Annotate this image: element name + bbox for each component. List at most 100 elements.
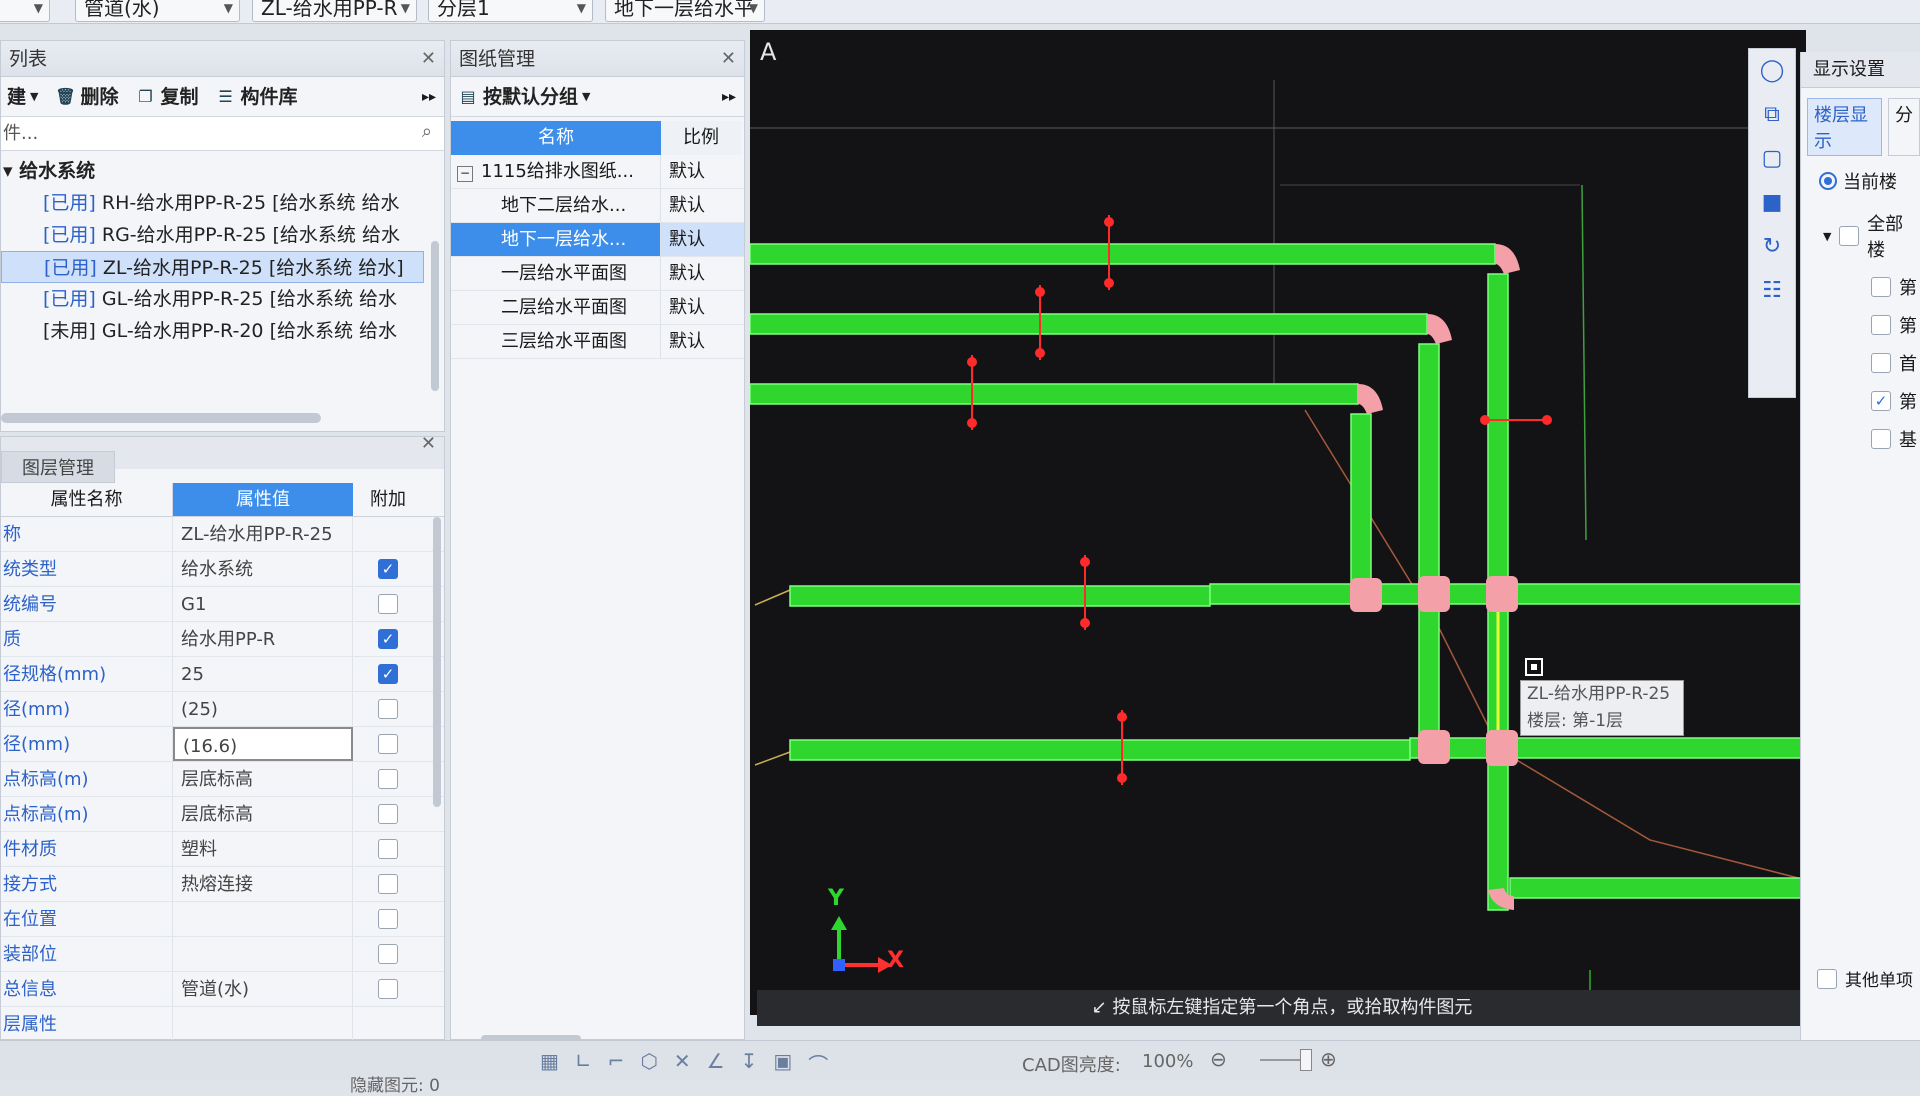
tab-other[interactable]: 分 bbox=[1888, 98, 1920, 156]
cube-icon[interactable]: ▢ bbox=[1749, 137, 1795, 181]
angle-icon[interactable]: ∠ bbox=[707, 1049, 725, 1078]
extra-checkbox[interactable] bbox=[378, 874, 398, 894]
property-row[interactable]: 径规格(mm) 25 ✓ bbox=[1, 657, 444, 692]
tree-item[interactable]: [已用] GL-给水用PP-R-25 [给水系统 给水 bbox=[1, 283, 444, 315]
extra-checkbox[interactable]: ✓ bbox=[378, 629, 398, 649]
extra-checkbox[interactable] bbox=[378, 594, 398, 614]
group-by-default-button[interactable]: ▤ 按默认分组 ▼ bbox=[457, 77, 590, 117]
tree-item[interactable]: [未用] GL-给水用PP-R-20 [给水系统 给水 bbox=[1, 315, 444, 347]
property-row[interactable]: 接方式 热熔连接 bbox=[1, 867, 444, 902]
solid-cube-icon[interactable]: ■ bbox=[1749, 181, 1795, 225]
tab-floor-display[interactable]: 楼层显示 bbox=[1807, 98, 1882, 156]
property-scrollbar[interactable] bbox=[433, 517, 441, 807]
floor-checkbox[interactable]: ✓ bbox=[1871, 391, 1891, 411]
zoom-out-icon[interactable]: ⊖ bbox=[1210, 1047, 1227, 1071]
properties-icon[interactable]: ☷ bbox=[1749, 269, 1795, 313]
floor-checkbox[interactable] bbox=[1871, 315, 1891, 335]
arc-icon[interactable]: ⌒ bbox=[808, 1049, 828, 1078]
grid-icon[interactable]: ▦ bbox=[540, 1049, 559, 1078]
collapse-icon[interactable]: − bbox=[457, 166, 473, 182]
property-row[interactable]: 层属性 bbox=[1, 1007, 444, 1042]
radio-current-floor[interactable] bbox=[1819, 172, 1837, 190]
brightness-slider[interactable] bbox=[1260, 1059, 1300, 1061]
ortho-icon[interactable]: ∟ bbox=[575, 1049, 592, 1078]
dropdown-prev[interactable]: ▼ bbox=[0, 0, 50, 22]
tree-group[interactable]: ▾ 给水系统 bbox=[1, 155, 444, 187]
property-value[interactable]: (25) bbox=[173, 692, 353, 726]
property-row[interactable]: 装部位 bbox=[1, 937, 444, 972]
property-value[interactable]: 层底标高 bbox=[173, 797, 353, 831]
property-value[interactable]: 塑料 bbox=[173, 832, 353, 866]
tab-layer-management[interactable]: 图层管理 bbox=[1, 451, 115, 483]
cad-drawing[interactable] bbox=[750, 30, 1806, 1015]
property-row[interactable]: 点标高(m) 层底标高 bbox=[1, 762, 444, 797]
drawing-row-selected[interactable]: 地下一层给水... 默认 bbox=[451, 223, 744, 257]
more-icon[interactable]: ▸▸ bbox=[422, 77, 436, 117]
property-row[interactable]: 件材质 塑料 bbox=[1, 832, 444, 867]
tree-item[interactable]: [已用] RG-给水用PP-R-25 [给水系统 给水 bbox=[1, 219, 444, 251]
floor-row[interactable]: ✓ 第 bbox=[1801, 382, 1920, 420]
move-icon[interactable]: ↧ bbox=[741, 1049, 758, 1078]
extra-checkbox[interactable] bbox=[378, 944, 398, 964]
horizontal-scrollbar[interactable] bbox=[1, 413, 321, 423]
property-value[interactable]: (16.6) bbox=[173, 727, 353, 761]
drawing-row[interactable]: 三层给水平面图 默认 bbox=[451, 325, 744, 359]
drawing-row[interactable]: −1115给排水图纸... 默认 bbox=[451, 155, 744, 189]
property-value[interactable]: 给水用PP-R bbox=[173, 622, 353, 656]
property-row[interactable]: 质给水用PP-R ✓ bbox=[1, 622, 444, 657]
more-icon[interactable]: ▸▸ bbox=[722, 77, 736, 117]
snap-icon[interactable]: ⌐ bbox=[608, 1049, 625, 1078]
extra-checkbox[interactable]: ✓ bbox=[378, 559, 398, 579]
search-box[interactable]: 件... ⌕ bbox=[1, 117, 444, 151]
delete-button[interactable]: 🗑 删除 bbox=[54, 77, 118, 117]
drawing-row[interactable]: 一层给水平面图 默认 bbox=[451, 257, 744, 291]
extra-checkbox[interactable] bbox=[378, 979, 398, 999]
floor-row[interactable]: 基 bbox=[1801, 420, 1920, 458]
floor-row[interactable]: 第 bbox=[1801, 306, 1920, 344]
floor-row[interactable]: 首 bbox=[1801, 344, 1920, 382]
library-button[interactable]: ☰ 构件库 bbox=[215, 77, 297, 117]
property-row[interactable]: 统编号 G1 bbox=[1, 587, 444, 622]
header-name[interactable]: 名称 bbox=[451, 121, 661, 155]
extra-checkbox[interactable] bbox=[378, 699, 398, 719]
vertical-scrollbar[interactable] bbox=[431, 241, 439, 391]
slider-handle[interactable] bbox=[1300, 1049, 1312, 1071]
component-type-dropdown[interactable]: 管道(水) ▼ bbox=[75, 0, 240, 22]
3d-view-icon[interactable]: ⧉ bbox=[1749, 93, 1795, 137]
property-row[interactable]: 总信息 管道(水) bbox=[1, 972, 444, 1007]
floor-checkbox[interactable] bbox=[1871, 353, 1891, 373]
drawing-row[interactable]: 地下二层给水... 默认 bbox=[451, 189, 744, 223]
property-value[interactable]: 热熔连接 bbox=[173, 867, 353, 901]
orbit-icon[interactable]: ◯ bbox=[1749, 49, 1795, 93]
drawing-row[interactable]: 二层给水平面图 默认 bbox=[451, 291, 744, 325]
extra-checkbox[interactable] bbox=[378, 839, 398, 859]
property-value[interactable] bbox=[173, 902, 353, 936]
checkbox-all-floors[interactable] bbox=[1839, 226, 1860, 246]
cross-icon[interactable]: ✕ bbox=[674, 1049, 691, 1078]
property-row[interactable]: 称 ZL-给水用PP-R-25 bbox=[1, 517, 444, 552]
drawing-dropdown[interactable]: 地下一层给水平 ▼ bbox=[605, 0, 765, 22]
property-value[interactable]: 25 bbox=[173, 657, 353, 691]
search-icon[interactable]: ⌕ bbox=[422, 121, 432, 142]
property-row[interactable]: 径(mm) (16.6) bbox=[1, 727, 444, 762]
close-icon[interactable]: ✕ bbox=[421, 41, 436, 77]
tree-item-selected[interactable]: [已用] ZL-给水用PP-R-25 [给水系统 给水] bbox=[1, 251, 424, 283]
copy-button[interactable]: ❐ 复制 bbox=[135, 77, 198, 117]
property-value[interactable]: 层底标高 bbox=[173, 762, 353, 796]
layer-dropdown[interactable]: 分层1 ▼ bbox=[428, 0, 593, 22]
extra-checkbox[interactable]: ✓ bbox=[378, 664, 398, 684]
property-value[interactable]: G1 bbox=[173, 587, 353, 621]
new-button[interactable]: 建 ▼ bbox=[7, 77, 38, 117]
zoom-in-icon[interactable]: ⊕ bbox=[1320, 1047, 1337, 1071]
property-value[interactable] bbox=[173, 937, 353, 971]
floor-checkbox[interactable] bbox=[1871, 429, 1891, 449]
property-row[interactable]: 径(mm) (25) bbox=[1, 692, 444, 727]
floor-checkbox[interactable] bbox=[1871, 277, 1891, 297]
property-value[interactable]: 给水系统 bbox=[173, 552, 353, 586]
tree-item[interactable]: [已用] RH-给水用PP-R-25 [给水系统 给水 bbox=[1, 187, 444, 219]
extra-checkbox[interactable] bbox=[378, 769, 398, 789]
floor-row[interactable]: 第 bbox=[1801, 268, 1920, 306]
extra-checkbox[interactable] bbox=[378, 909, 398, 929]
object-icon[interactable]: ⬡ bbox=[640, 1049, 657, 1078]
header-ratio[interactable]: 比例 bbox=[661, 121, 741, 155]
